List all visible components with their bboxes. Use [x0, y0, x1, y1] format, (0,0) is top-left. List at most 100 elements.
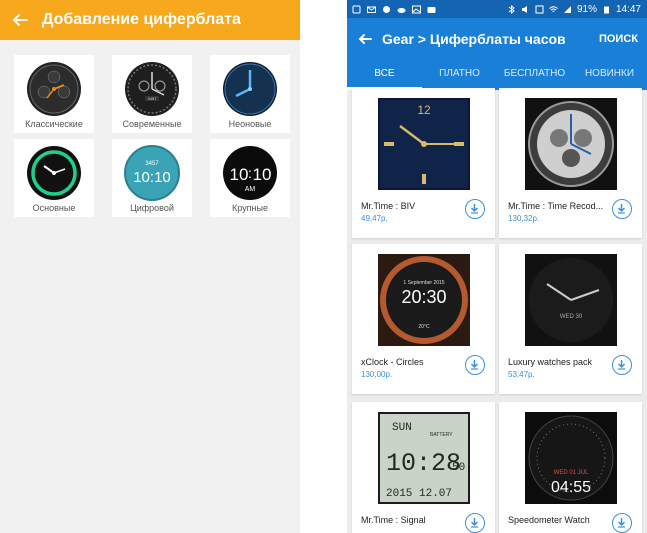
download-button[interactable]: [612, 199, 632, 219]
bluetooth-icon: [508, 4, 515, 14]
xclock-watch-face-thumbnail: 1 September 2015 20:30 20°C: [378, 254, 470, 346]
item-price: 53,47р.: [508, 370, 535, 379]
neon-watch-face-icon: [223, 62, 277, 116]
watch-face-card[interactable]: 12 Mr.Time : BIV 49,47р.: [352, 88, 495, 238]
download-button[interactable]: [465, 199, 485, 219]
digital-face-top-digits: 3457: [145, 161, 159, 167]
watch-face-card[interactable]: WED 30 Luxury watches pack 53,47р.: [499, 244, 642, 394]
svg-text::: :: [248, 165, 252, 181]
xclock-temp: 20°C: [418, 324, 430, 330]
download-icon: [617, 204, 626, 214]
item-name: Mr.Time : Time Recod...: [508, 201, 604, 211]
download-icon: [617, 518, 626, 528]
face-label: Современные: [122, 119, 182, 129]
face-label: Крупные: [232, 203, 268, 213]
face-tile-neon[interactable]: Неоновые: [210, 55, 290, 133]
nfc-icon: [535, 5, 544, 13]
item-name: Luxury watches pack: [508, 357, 593, 367]
item-name: Mr.Time : Signal: [361, 515, 426, 525]
clock-time: 14:47: [615, 3, 641, 15]
face-label: Классические: [25, 119, 83, 129]
download-icon: [470, 204, 479, 214]
image-icon: [412, 5, 421, 13]
classic-watch-face-icon: [27, 62, 81, 116]
item-name: xClock - Circles: [361, 357, 424, 367]
download-icon: [470, 518, 479, 528]
signal-date: 2015 12.07: [386, 488, 452, 500]
download-button[interactable]: [465, 513, 485, 533]
gear-store-screen: 91% 14:47 Gear > Циферблаты часов ПОИСК …: [347, 0, 647, 533]
large-face-minutes: 10: [253, 165, 272, 184]
mail-icon: [367, 6, 376, 13]
modern-watch-face-icon: 3457: [125, 62, 179, 116]
watch-face-card[interactable]: WED 01 JUL 04:55 Speedometer Watch: [499, 402, 642, 533]
item-name: Mr.Time : BIV: [361, 201, 416, 211]
face-tile-classic[interactable]: Классические: [14, 55, 94, 133]
item-name: Speedometer Watch: [508, 515, 590, 525]
signal-watch-face-thumbnail: SUN BATTERY 10:28 50 2015 12.07: [378, 412, 470, 504]
download-icon: [617, 360, 626, 370]
item-price: 130,00р.: [361, 370, 393, 379]
battery-percent: 91%: [576, 3, 597, 15]
app-bar-title: Gear > Циферблаты часов: [382, 31, 566, 47]
face-label: Цифровой: [130, 203, 174, 213]
screen-root: Добавление циферблата Классические 3457 …: [0, 0, 647, 533]
time-record-watch-face-thumbnail: [525, 98, 617, 190]
digital-watch-face-icon: 3457 10:10: [124, 145, 180, 201]
basic-watch-face-icon: [27, 146, 81, 200]
signal-seconds: 50: [452, 462, 465, 474]
category-tabs: ВСЕ ПЛАТНО БЕСПЛАТНО НОВИНКИ: [347, 60, 647, 90]
face-label: Основные: [32, 203, 76, 213]
search-button[interactable]: ПОИСК: [599, 33, 638, 45]
mute-icon: [521, 5, 527, 13]
speedometer-time: 04:55: [551, 479, 591, 496]
add-watch-face-header: Добавление циферблата: [0, 0, 300, 40]
luxury-day: WED 30: [560, 314, 583, 320]
app-bar: Gear > Циферблаты часов ПОИСК: [347, 18, 647, 60]
status-bar: 91% 14:47: [347, 0, 647, 18]
signal-battery-label: BATTERY: [430, 432, 453, 438]
xclock-date: 1 September 2015: [403, 280, 444, 286]
face-tile-basic[interactable]: Основные: [14, 139, 94, 217]
watch-face-grid: Классические 3457 Современные Неоновые О…: [14, 55, 290, 217]
download-button[interactable]: [465, 355, 485, 375]
large-face-hours: 10: [230, 165, 249, 184]
cloud-icon: [397, 7, 406, 13]
luxury-watch-face-thumbnail: WED 30: [525, 254, 617, 346]
download-icon: [470, 360, 479, 370]
download-button[interactable]: [612, 355, 632, 375]
watch-face-list: 12 Mr.Time : BIV 49,47р. Mr.Time: Time …: [347, 88, 647, 533]
back-arrow-icon[interactable]: [356, 30, 374, 48]
tab-paid[interactable]: ПЛАТНО: [422, 60, 497, 90]
svg-text:3457: 3457: [148, 96, 158, 101]
watch-face-card[interactable]: SUN BATTERY 10:28 50 2015 12.07 Mr.Time …: [352, 402, 495, 533]
face-tile-modern[interactable]: 3457 Современные: [112, 55, 192, 133]
large-face-ampm: AM: [245, 186, 256, 193]
signal-time: 10:28: [386, 449, 461, 478]
item-price: 49,47р.: [361, 214, 388, 223]
speedometer-watch-face-thumbnail: WED 01 JUL 04:55: [525, 412, 617, 504]
page-title: Добавление циферблата: [42, 11, 241, 28]
speedometer-day: WED 01 JUL: [554, 470, 589, 476]
digital-face-time: 10:10: [133, 169, 171, 186]
watch-face-card[interactable]: 1 September 2015 20:30 20°C xClock - Cir…: [352, 244, 495, 394]
item-price: 130,32р.: [508, 214, 540, 223]
face-tile-large[interactable]: 10 : 10 AM Крупные: [210, 139, 290, 217]
notification-icon: [352, 5, 361, 13]
xclock-time: 20:30: [401, 287, 446, 307]
signal-day: SUN: [392, 422, 412, 434]
tab-new[interactable]: НОВИНКИ: [572, 60, 647, 90]
face-tile-digital[interactable]: 3457 10:10 Цифровой: [112, 139, 192, 217]
signal-icon: [563, 5, 571, 13]
battery-icon: [603, 6, 609, 13]
app-icon: [383, 5, 390, 13]
back-arrow-icon[interactable]: [10, 10, 30, 30]
tab-free[interactable]: БЕСПЛАТНО: [497, 60, 572, 90]
tab-all[interactable]: ВСЕ: [347, 60, 422, 90]
add-watch-face-screen: Добавление циферблата Классические 3457 …: [0, 0, 300, 533]
face-label: Неоновые: [228, 119, 272, 129]
wifi-icon: [549, 5, 558, 12]
download-button[interactable]: [612, 513, 632, 533]
watch-face-card[interactable]: Mr.Time : Time Recod... 130,32р.: [499, 88, 642, 238]
camera-icon: [427, 6, 436, 13]
